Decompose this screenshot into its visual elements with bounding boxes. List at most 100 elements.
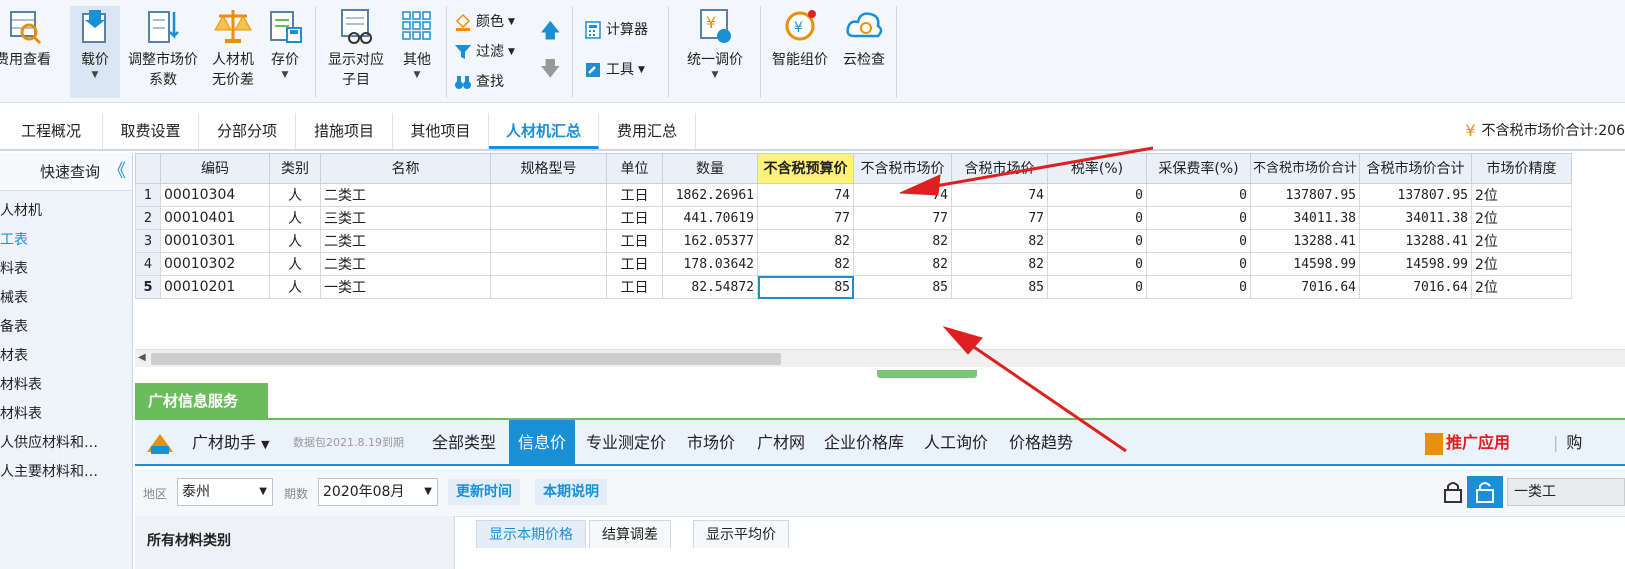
table-cell[interactable]: 00010302	[160, 252, 270, 276]
table-cell[interactable]: 人	[269, 229, 321, 253]
table-cell[interactable]: 77	[853, 206, 952, 230]
tools-button[interactable]: 工具 ▼	[584, 60, 645, 80]
table-cell[interactable]: 工日	[606, 183, 663, 207]
table-cell[interactable]: 77	[951, 206, 1048, 230]
column-header[interactable]: 单位	[606, 153, 663, 184]
smart-price-button[interactable]: ¥ 智能组价	[768, 6, 832, 70]
nav-price-trend[interactable]: 价格趋势	[1009, 420, 1073, 466]
table-cell[interactable]: 137807.95	[1250, 183, 1360, 207]
table-cell[interactable]: 00010201	[160, 275, 270, 299]
scroll-left-icon[interactable]: ◀	[138, 352, 146, 363]
show-sub-item-button[interactable]: 显示对应 子目	[322, 6, 390, 90]
column-header[interactable]: 规格型号	[490, 153, 607, 184]
table-cell[interactable]: 14598.99	[1250, 252, 1360, 276]
table-cell[interactable]: 0	[1146, 229, 1251, 253]
cloud-check-button[interactable]: 云检查	[838, 6, 890, 70]
tab-measures[interactable]: 措施项目	[296, 113, 393, 149]
table-cell[interactable]: 34011.38	[1359, 206, 1472, 230]
nav-all-types[interactable]: 全部类型	[432, 420, 496, 466]
table-cell[interactable]: 1862.26961	[662, 183, 758, 207]
table-cell[interactable]: 7016.64	[1359, 275, 1472, 299]
fee-view-button[interactable]: 费用查看	[0, 6, 56, 70]
column-header[interactable]: 不含税市场价合计	[1250, 153, 1360, 184]
table-cell[interactable]: 0	[1047, 252, 1147, 276]
list-item[interactable]: 材料表	[0, 371, 132, 400]
promo-link[interactable]: 推广应用	[1425, 420, 1510, 466]
table-cell[interactable]: 2位	[1471, 206, 1572, 230]
table-row[interactable]: 3 00010301 人二类工 工日 162.05377 82 82 82 0 0 13288.41…	[135, 229, 1572, 253]
column-header[interactable]: 采保费率(%)	[1146, 153, 1251, 184]
move-down-button[interactable]: 🡇	[540, 58, 561, 78]
table-cell[interactable]: 82	[757, 252, 854, 276]
table-cell[interactable]: 82	[951, 229, 1048, 253]
table-cell[interactable]: 工日	[606, 252, 663, 276]
table-cell[interactable]: 441.70619	[662, 206, 758, 230]
table-cell[interactable]: 13288.41	[1359, 229, 1472, 253]
table-cell[interactable]: 34011.38	[1250, 206, 1360, 230]
nav-professional-price[interactable]: 专业测定价	[586, 420, 666, 466]
period-select[interactable]: 2020年08月 ▼	[318, 478, 438, 506]
table-cell[interactable]	[490, 275, 607, 299]
table-cell[interactable]: 二类工	[320, 252, 491, 276]
table-row[interactable]: 4 00010302 人二类工 工日 178.03642 82 82 82 0 0 14598.99…	[135, 252, 1572, 276]
list-item[interactable]: 人供应材料和…	[0, 429, 132, 458]
table-cell[interactable]: 0	[1146, 252, 1251, 276]
tab-labor-material-summary[interactable]: 人材机汇总	[489, 113, 599, 149]
list-item[interactable]: 备表	[0, 313, 132, 342]
save-price-button[interactable]: 存价 ▼	[262, 6, 308, 80]
table-cell[interactable]: 0	[1146, 206, 1251, 230]
color-button[interactable]: 颜色 ▼	[454, 12, 515, 32]
tab-fee-settings[interactable]: 取费设置	[103, 113, 199, 149]
table-cell[interactable]: 0	[1047, 275, 1147, 299]
column-header[interactable]: 不含税预算价	[757, 153, 854, 184]
panel-splitter-handle[interactable]	[877, 370, 977, 378]
table-cell[interactable]: 85	[757, 275, 854, 299]
table-cell[interactable]: 82	[757, 229, 854, 253]
table-cell[interactable]: 0	[1146, 275, 1251, 299]
table-cell[interactable]: 0	[1146, 183, 1251, 207]
find-button[interactable]: 查找	[454, 72, 504, 92]
table-row[interactable]: 2 00010401 人三类工 工日 441.70619 77 77 77 0 0 34011.38…	[135, 206, 1572, 230]
table-cell[interactable]: 二类工	[320, 183, 491, 207]
column-header[interactable]: 市场价精度	[1471, 153, 1572, 184]
table-cell[interactable]: 2位	[1471, 275, 1572, 299]
table-cell[interactable]	[490, 183, 607, 207]
load-price-button[interactable]: 载价 ▼	[70, 6, 120, 98]
table-cell[interactable]: 137807.95	[1359, 183, 1472, 207]
list-item[interactable]: 人材机	[0, 197, 132, 226]
table-cell[interactable]	[490, 252, 607, 276]
list-item[interactable]: 料表	[0, 255, 132, 284]
table-cell[interactable]: 162.05377	[662, 229, 758, 253]
move-up-button[interactable]: 🡅	[540, 20, 561, 40]
column-header[interactable]: 不含税市场价	[853, 153, 952, 184]
column-header[interactable]: 类别	[269, 153, 321, 184]
table-cell[interactable]: 0	[1047, 229, 1147, 253]
column-header[interactable]: 名称	[320, 153, 491, 184]
calculator-button[interactable]: 计算器	[584, 20, 648, 40]
tab-show-current-price[interactable]: 显示本期价格	[476, 520, 586, 548]
table-cell[interactable]: 77	[757, 206, 854, 230]
table-cell[interactable]: 人	[269, 206, 321, 230]
table-cell[interactable]: 82.54872	[662, 275, 758, 299]
tab-project-overview[interactable]: 工程概况	[0, 113, 103, 149]
period-note-button[interactable]: 本期说明	[535, 479, 607, 505]
table-cell[interactable]: 00010301	[160, 229, 270, 253]
table-cell[interactable]	[490, 206, 607, 230]
tab-sub-items[interactable]: 分部分项	[199, 113, 296, 149]
column-header[interactable]: 含税市场价合计	[1359, 153, 1472, 184]
table-cell[interactable]: 74	[757, 183, 854, 207]
table-cell[interactable]: 2位	[1471, 183, 1572, 207]
table-cell[interactable]: 00010304	[160, 183, 270, 207]
table-cell[interactable]: 14598.99	[1359, 252, 1472, 276]
unlock-icon[interactable]	[1467, 476, 1503, 508]
table-cell[interactable]: 工日	[606, 206, 663, 230]
table-row[interactable]: 5 00010201 人一类工 工日 82.54872 85 85 85 0 0 7016.64 70…	[135, 275, 1572, 299]
table-cell[interactable]: 82	[951, 252, 1048, 276]
table-cell[interactable]: 人	[269, 252, 321, 276]
collapse-left-icon[interactable]: 《	[108, 153, 126, 191]
table-cell[interactable]	[490, 229, 607, 253]
table-row[interactable]: 1 00010304 人二类工 工日 1862.26961 74 74 74 0 0 137807.…	[135, 183, 1572, 207]
tab-other-items[interactable]: 其他项目	[393, 113, 489, 149]
table-cell[interactable]: 7016.64	[1250, 275, 1360, 299]
list-item[interactable]: 械表	[0, 284, 132, 313]
